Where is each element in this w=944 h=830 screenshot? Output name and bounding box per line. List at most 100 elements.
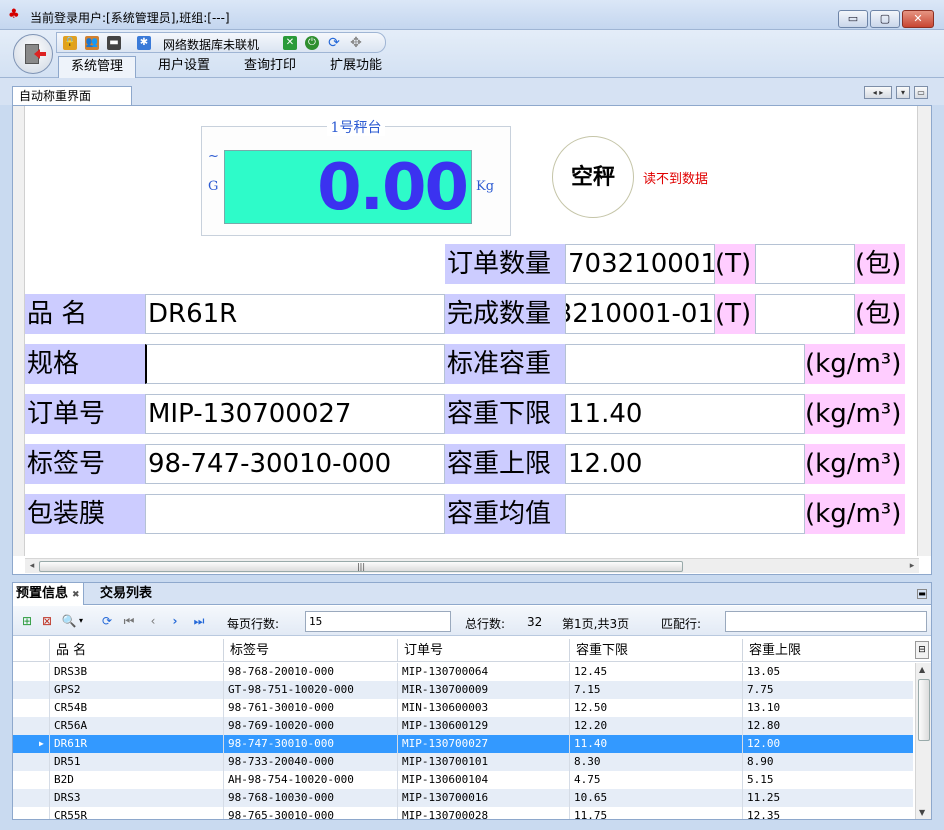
table-cell[interactable]: 12.35 [742, 807, 914, 819]
order-qty-field[interactable]: 703210001 [565, 244, 715, 284]
spec-field[interactable] [145, 344, 445, 384]
table-cell[interactable]: DRS3B [49, 663, 223, 681]
search-dropdown-icon[interactable]: ▾ [73, 614, 89, 628]
table-cell[interactable]: 98-765-30010-000 [223, 807, 397, 819]
col-product-name[interactable]: 品 名 [49, 639, 223, 662]
density-high-field[interactable]: 12.00 [565, 444, 805, 484]
col-tag-no[interactable]: 标签号 [223, 639, 397, 662]
horizontal-scrollbar[interactable]: ◂ ||| ▸ [25, 558, 919, 573]
scroll-down-icon[interactable]: ▼ [919, 808, 925, 817]
table-cell[interactable]: 12.00 [742, 735, 914, 753]
order-no-field[interactable]: MIP-130700027 [145, 394, 445, 434]
table-cell[interactable]: MIP-130700028 [397, 807, 569, 819]
order-pack-field[interactable] [755, 244, 855, 284]
table-cell[interactable]: 98-761-30010-000 [223, 699, 397, 717]
table-cell[interactable]: 98-769-10020-000 [223, 717, 397, 735]
col-density-high[interactable]: 容重上限 [742, 639, 914, 662]
table-row[interactable]: CR54B 98-761-30010-000 MIN-130600003 12.50 1… [13, 699, 913, 717]
excel-icon[interactable]: ✕ [283, 36, 297, 50]
table-cell[interactable]: 13.05 [742, 663, 914, 681]
tag-no-field[interactable]: 98-747-30010-000 [145, 444, 445, 484]
app-menu-button[interactable] [13, 34, 53, 74]
table-cell[interactable]: 98-747-30010-000 [223, 735, 397, 753]
table-cell[interactable]: MIR-130700009 [397, 681, 569, 699]
scroll-up-icon[interactable]: ▲ [919, 665, 925, 674]
table-cell[interactable]: 8.30 [569, 753, 742, 771]
table-cell[interactable]: MIP-130600129 [397, 717, 569, 735]
tab-preset-info[interactable]: 预置信息 ✖ [13, 583, 84, 605]
power-icon[interactable]: ⏻ [305, 36, 319, 50]
next-page-icon[interactable]: › [167, 614, 183, 628]
network-icon[interactable]: ✱ [137, 36, 151, 50]
tab-auto-weighing[interactable]: 自动称重界面 [12, 86, 132, 106]
table-cell[interactable]: CR55R [49, 807, 223, 819]
panel-restore-icon[interactable]: ▭ [914, 86, 928, 99]
table-cell[interactable]: GPS2 [49, 681, 223, 699]
prev-page-icon[interactable]: ‹ [145, 614, 161, 628]
tab-user-settings[interactable]: 用户设置 [144, 56, 224, 78]
table-cell[interactable]: 11.75 [569, 807, 742, 819]
tab-scroll-arrows-icon[interactable]: ◂ ▸ [864, 86, 892, 99]
density-low-field[interactable]: 11.40 [565, 394, 805, 434]
table-cell[interactable]: 8.90 [742, 753, 914, 771]
add-row-icon[interactable]: ⊞ [19, 614, 35, 628]
users-icon[interactable]: 👥 [85, 36, 99, 50]
table-cell[interactable]: 10.65 [569, 789, 742, 807]
table-cell[interactable]: MIP-130700016 [397, 789, 569, 807]
close-button[interactable]: ✕ [902, 10, 934, 28]
table-cell[interactable]: 11.25 [742, 789, 914, 807]
column-chooser-icon[interactable]: ⊟ [915, 641, 929, 659]
table-cell[interactable]: 11.40 [569, 735, 742, 753]
table-cell[interactable]: MIN-130600003 [397, 699, 569, 717]
table-cell[interactable]: MIP-130700064 [397, 663, 569, 681]
col-order-no[interactable]: 订单号 [397, 639, 571, 662]
first-page-icon[interactable]: ⏮ [121, 614, 137, 628]
last-page-icon[interactable]: ⏭ [191, 614, 207, 628]
table-row[interactable]: CR56A 98-769-10020-000 MIP-130600129 12.20 1… [13, 717, 913, 735]
tab-query-print[interactable]: 查询打印 [230, 56, 310, 78]
move-icon[interactable]: ✥ [349, 36, 363, 50]
table-cell[interactable]: MIP-130700027 [397, 735, 569, 753]
scroll-right-icon[interactable]: ▸ [906, 560, 918, 572]
table-cell[interactable]: 98-733-20040-000 [223, 753, 397, 771]
table-cell[interactable]: 4.75 [569, 771, 742, 789]
tab-transaction-list[interactable]: 交易列表 [97, 583, 155, 605]
delete-row-icon[interactable]: ⊠ [39, 614, 55, 628]
vertical-scrollbar[interactable]: ▲ ▼ [915, 663, 931, 819]
table-row[interactable]: DR51 98-733-20040-000 MIP-130700101 8.30 8.9… [13, 753, 913, 771]
panel-collapse-icon[interactable]: ▬ [917, 589, 927, 599]
rows-per-page-input[interactable]: 15 [305, 611, 451, 632]
table-cell[interactable]: DRS3 [49, 789, 223, 807]
table-row[interactable]: DRS3B 98-768-20010-000 MIP-130700064 12.45 1… [13, 663, 913, 681]
scroll-left-icon[interactable]: ◂ [26, 560, 38, 572]
table-cell[interactable]: DR61R [49, 735, 223, 753]
density-avg-field[interactable] [565, 494, 805, 534]
device-icon[interactable]: ▬ [107, 36, 121, 50]
table-cell[interactable]: MIP-130600104 [397, 771, 569, 789]
done-qty-field[interactable]: 703210001-01 [565, 294, 715, 334]
table-row[interactable]: ▶ DR61R 98-747-30010-000 MIP-130700027 11.40… [13, 735, 913, 753]
tab-close-icon[interactable]: ✖ [72, 590, 80, 600]
product-name-field[interactable]: DR61R [145, 294, 445, 334]
table-cell[interactable]: CR56A [49, 717, 223, 735]
tab-system-management[interactable]: 系统管理 [58, 56, 136, 78]
table-cell[interactable]: 13.10 [742, 699, 914, 717]
tab-extensions[interactable]: 扩展功能 [316, 56, 396, 78]
tab-list-dropdown-icon[interactable]: ▾ [896, 86, 910, 99]
table-cell[interactable]: 12.45 [569, 663, 742, 681]
table-row[interactable]: B2D AH-98-754-10020-000 MIP-130600104 4.75 5… [13, 771, 913, 789]
col-density-low[interactable]: 容重下限 [569, 639, 743, 662]
table-cell[interactable]: DR51 [49, 753, 223, 771]
table-cell[interactable]: B2D [49, 771, 223, 789]
refresh-grid-icon[interactable]: ⟳ [99, 614, 115, 628]
table-cell[interactable]: AH-98-754-10020-000 [223, 771, 397, 789]
scroll-thumb[interactable]: ||| [39, 561, 683, 572]
maximize-button[interactable]: ▢ [870, 10, 900, 28]
table-cell[interactable]: 12.50 [569, 699, 742, 717]
done-pack-field[interactable] [755, 294, 855, 334]
std-density-field[interactable] [565, 344, 805, 384]
minimize-button[interactable]: ▭ [838, 10, 868, 28]
lock-icon[interactable]: 🔒 [63, 36, 77, 50]
table-cell[interactable]: 12.20 [569, 717, 742, 735]
table-cell[interactable]: CR54B [49, 699, 223, 717]
